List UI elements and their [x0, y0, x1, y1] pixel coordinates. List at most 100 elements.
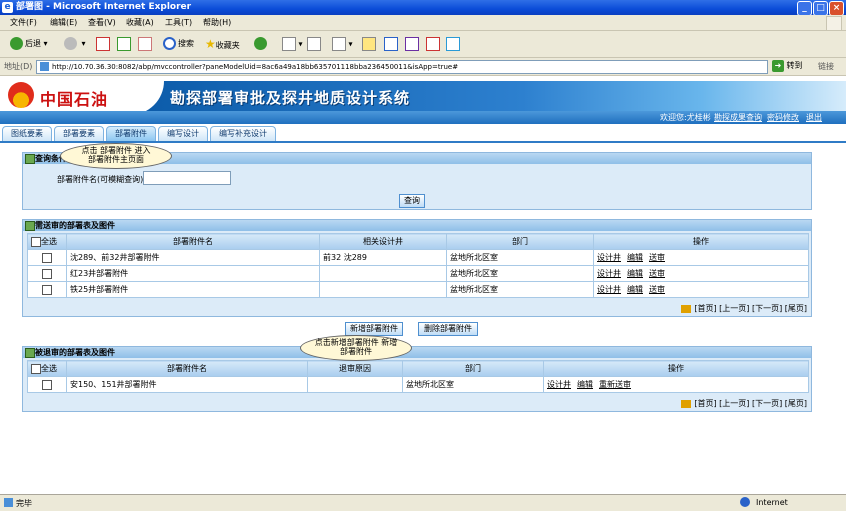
query-button[interactable]: 查询: [399, 194, 425, 208]
table-row: 沈289、前32井部署附件 前32 沈289 盆地所北区室 设计井 编辑 送审: [27, 249, 809, 266]
column-header[interactable]: 部署附件名: [66, 233, 320, 250]
system-title: 勘探部署审批及探井地质设计系统: [170, 89, 411, 107]
messenger-button[interactable]: [384, 37, 398, 51]
checkbox[interactable]: [31, 236, 41, 247]
checkbox[interactable]: [31, 363, 41, 374]
attachment-name: 红23井部署附件: [66, 265, 320, 282]
page-icon: [40, 62, 49, 71]
zone-text: Internet: [756, 498, 788, 507]
first-page-link[interactable]: [首页]: [694, 399, 716, 408]
submit-review-link[interactable]: 送审: [649, 269, 665, 278]
tab-write-supplement-design[interactable]: 编写补充设计: [210, 126, 276, 141]
row-actions: 设计井 编辑 重新送审: [543, 376, 809, 393]
add-hint-callout: 点击新增部署附件 新增 部署附件: [300, 335, 412, 361]
history-button[interactable]: [254, 37, 269, 51]
rejected-panel-header: 被退审的部署表及图件: [23, 347, 811, 358]
results-query-link[interactable]: 勘探成果查询: [714, 112, 762, 123]
tab-deployment-elements[interactable]: 部署要素: [54, 126, 104, 141]
tool-icon: [426, 37, 440, 51]
attachment-name-input[interactable]: [143, 171, 231, 185]
table-row: 红23井部署附件 盆地所北区室 设计井 编辑 送审: [27, 265, 809, 282]
edit-link[interactable]: 编辑: [577, 380, 593, 389]
window-title: 部署图 - Microsoft Internet Explorer: [16, 2, 192, 12]
menu-help[interactable]: 帮助(H): [203, 17, 231, 28]
row-checkbox[interactable]: [42, 379, 52, 390]
next-page-link[interactable]: [下一页]: [752, 399, 782, 408]
department: 盆地所北区室: [446, 249, 594, 266]
home-button[interactable]: [138, 37, 152, 51]
add-attachment-button[interactable]: 新增部署附件: [345, 322, 403, 336]
edit-link[interactable]: 编辑: [627, 285, 643, 294]
tab-bar: 图纸要素 部署要素 部署附件 编写设计 编写补充设计: [0, 125, 846, 143]
row-checkbox[interactable]: [42, 252, 52, 263]
column-header[interactable]: 部署附件名: [66, 360, 308, 377]
note-icon: [362, 37, 376, 51]
row-actions: 设计井 编辑 送审: [593, 265, 809, 282]
prev-page-link[interactable]: [上一页]: [719, 399, 749, 408]
search-button[interactable]: 搜索: [163, 37, 194, 51]
last-page-link[interactable]: [尾页]: [785, 399, 807, 408]
resubmit-link[interactable]: 重新送审: [599, 380, 631, 389]
first-page-link[interactable]: [首页]: [694, 304, 716, 313]
column-header: 操作: [543, 360, 809, 377]
forward-button[interactable]: ▾: [64, 37, 86, 51]
address-input[interactable]: http://10.70.36.30:8082/abp/mvccontrolle…: [36, 60, 768, 74]
tab-hint-callout: 点击 部署附件 进入 部署附件主页面: [60, 143, 172, 169]
menu-file[interactable]: 文件(F): [10, 17, 37, 28]
stop-button[interactable]: [96, 37, 110, 51]
next-page-link[interactable]: [下一页]: [752, 304, 782, 313]
messenger-icon: [384, 37, 398, 51]
refresh-button[interactable]: [117, 37, 131, 51]
select-all-cell[interactable]: 全选: [27, 360, 67, 377]
tab-drawing-elements[interactable]: 图纸要素: [2, 126, 52, 141]
go-button[interactable]: ➜ 转到: [772, 59, 803, 73]
submit-review-link[interactable]: 送审: [649, 285, 665, 294]
discuss-button[interactable]: [362, 37, 376, 51]
minimize-button[interactable]: _: [797, 1, 812, 16]
pager-icon: [681, 304, 692, 313]
last-page-link[interactable]: [尾页]: [785, 304, 807, 313]
related-wells: [319, 281, 447, 298]
research-button[interactable]: [405, 37, 419, 51]
refresh-icon: [117, 37, 131, 51]
edit-link[interactable]: 编辑: [627, 269, 643, 278]
edit-button[interactable]: ▾: [332, 37, 353, 51]
delete-attachment-button[interactable]: 删除部署附件: [418, 322, 478, 336]
address-label: 地址(D): [4, 62, 33, 71]
table-row: 安150、151井部署附件 盆地所北区室 设计井 编辑 重新送审: [27, 376, 809, 393]
close-button[interactable]: ×: [829, 1, 844, 16]
back-button[interactable]: 后退 ▾: [10, 37, 48, 51]
address-bar: 地址(D) http://10.70.36.30:8082/abp/mvccon…: [0, 58, 846, 76]
change-password-link[interactable]: 密码修改: [767, 112, 799, 123]
menu-view[interactable]: 查看(V): [88, 17, 116, 28]
row-checkbox[interactable]: [42, 268, 52, 279]
print-button[interactable]: [307, 37, 321, 51]
menu-favorites[interactable]: 收藏(A): [126, 17, 154, 28]
attachment-name: 铁25井部署附件: [66, 281, 320, 298]
address-url: http://10.70.36.30:8082/abp/mvccontrolle…: [52, 63, 459, 71]
menu-tools[interactable]: 工具(T): [165, 17, 192, 28]
menu-edit[interactable]: 编辑(E): [50, 17, 77, 28]
history-icon: [254, 37, 267, 50]
favorites-button[interactable]: ★收藏夹: [205, 37, 240, 51]
maximize-button[interactable]: □: [813, 1, 828, 16]
row-checkbox[interactable]: [42, 284, 52, 295]
menu-bar: 文件(F) 编辑(E) 查看(V) 收藏(A) 工具(T) 帮助(H): [0, 15, 846, 31]
extra-button[interactable]: [446, 37, 460, 51]
column-header: 部门: [446, 233, 594, 250]
tab-deployment-attachments[interactable]: 部署附件: [106, 126, 156, 141]
design-well-link[interactable]: 设计井: [597, 269, 621, 278]
links-label[interactable]: 链接: [818, 61, 834, 72]
design-well-link[interactable]: 设计井: [597, 285, 621, 294]
rejected-table: 全选 部署附件名 退审原因 部门 操作 安150、151井部署附件 盆地所北区室…: [27, 360, 809, 393]
tool-button[interactable]: [426, 37, 440, 51]
prev-page-link[interactable]: [上一页]: [719, 304, 749, 313]
tab-write-design[interactable]: 编写设计: [158, 126, 208, 141]
edit-link[interactable]: 编辑: [627, 253, 643, 262]
design-well-link[interactable]: 设计井: [547, 380, 571, 389]
design-well-link[interactable]: 设计井: [597, 253, 621, 262]
submit-review-link[interactable]: 送审: [649, 253, 665, 262]
mail-button[interactable]: ▾: [282, 37, 303, 51]
select-all-cell[interactable]: 全选: [27, 233, 67, 250]
logout-link[interactable]: 退出: [806, 112, 822, 123]
